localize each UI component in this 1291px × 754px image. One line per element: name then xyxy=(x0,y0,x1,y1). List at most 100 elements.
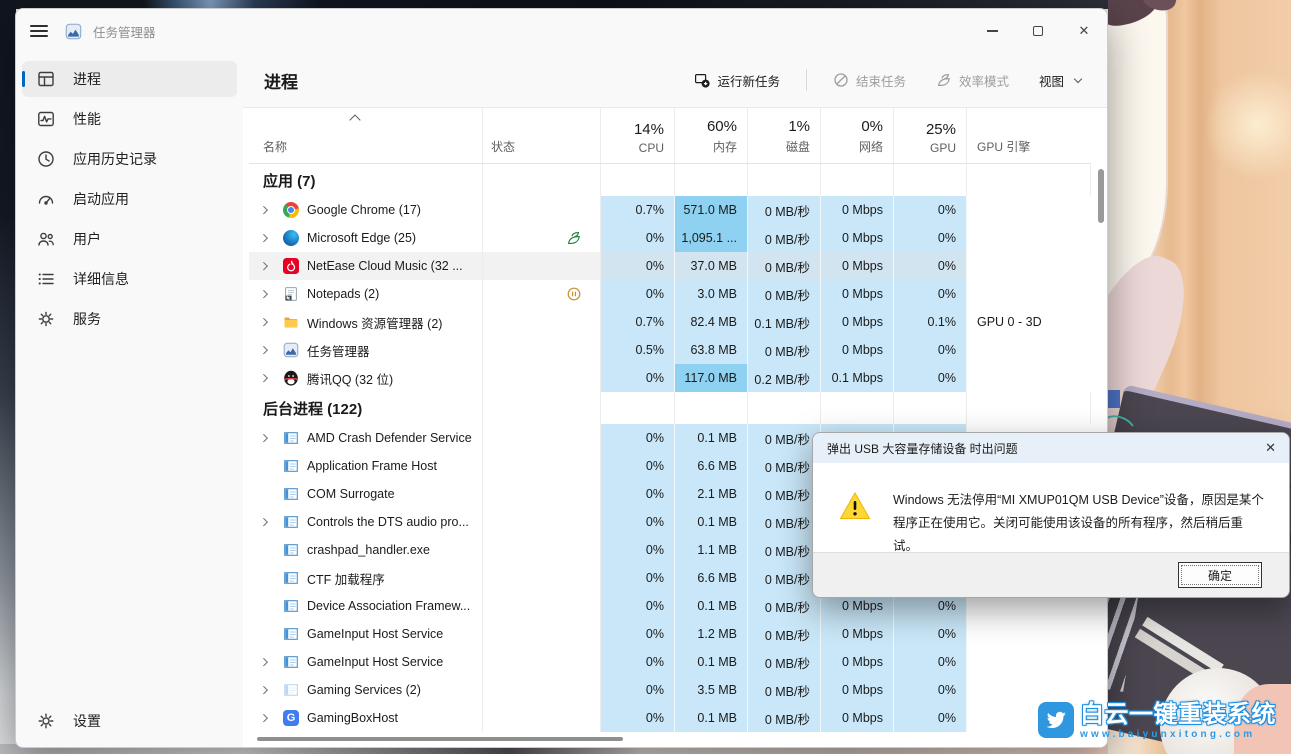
disk-cell: 0 MB/秒 xyxy=(748,508,821,536)
column-header-disk[interactable]: 1% 磁盘 xyxy=(748,108,821,163)
column-header-network[interactable]: 0% 网络 xyxy=(821,108,894,163)
process-name: AMD Crash Defender Service xyxy=(307,431,472,445)
run-new-task-button[interactable]: 运行新任务 xyxy=(684,65,790,96)
process-row[interactable]: NetEase Cloud Music (32 ...0%37.0 MB0 MB… xyxy=(249,252,1091,280)
close-button[interactable]: ✕ xyxy=(1061,9,1107,53)
status-cell xyxy=(483,424,601,452)
status-cell xyxy=(483,252,601,280)
process-name-cell: GameInput Host Service xyxy=(249,620,483,648)
cpu-cell: 0% xyxy=(601,676,675,704)
expand-chevron-icon[interactable] xyxy=(261,319,277,325)
process-row[interactable]: Google Chrome (17)0.7%571.0 MB0 MB/秒0 Mb… xyxy=(249,196,1091,224)
generic-app-icon xyxy=(283,654,299,670)
sidebar-item-settings[interactable]: 设置 xyxy=(22,703,237,739)
dialog-footer: 确定 xyxy=(813,552,1289,597)
ok-button[interactable]: 确定 xyxy=(1178,562,1262,588)
expand-chevron-icon[interactable] xyxy=(261,435,277,441)
expand-chevron-icon[interactable] xyxy=(261,715,277,721)
sort-ascending-icon xyxy=(349,114,360,125)
window-controls: ✕ xyxy=(969,9,1107,53)
cpu-cell: 0% xyxy=(601,536,675,564)
vertical-scrollbar-thumb[interactable] xyxy=(1098,169,1104,223)
dialog-close-icon[interactable]: ✕ xyxy=(1265,440,1276,456)
column-header-gpu[interactable]: 25% GPU xyxy=(894,108,967,163)
expand-chevron-icon[interactable] xyxy=(261,347,277,353)
column-header-memory[interactable]: 60% 内存 xyxy=(675,108,748,163)
task-manager-icon xyxy=(283,342,299,358)
group-cell xyxy=(894,392,967,424)
group-cell xyxy=(675,164,748,196)
disk-cell: 0 MB/秒 xyxy=(748,564,821,592)
expand-chevron-icon[interactable] xyxy=(261,375,277,381)
process-group-label: 应用 (7) xyxy=(263,170,316,191)
process-row[interactable]: Gaming Services (2)0%3.5 MB0 MB/秒0 Mbps0… xyxy=(249,676,1091,704)
cpu-cell: 0% xyxy=(601,452,675,480)
process-name: Notepads (2) xyxy=(307,287,379,301)
sidebar-item-users[interactable]: 用户 xyxy=(22,221,237,257)
sidebar-item-app-history[interactable]: 应用历史记录 xyxy=(22,141,237,177)
process-name-cell: AMD Crash Defender Service xyxy=(249,424,483,452)
process-row[interactable]: 任务管理器0.5%63.8 MB0 MB/秒0 Mbps0% xyxy=(249,336,1091,364)
edge-icon xyxy=(283,230,299,246)
disk-cell: 0 MB/秒 xyxy=(748,280,821,308)
column-header-status[interactable]: 状态 xyxy=(483,108,601,163)
process-row[interactable]: 腾讯QQ (32 位)0%117.0 MB0.2 MB/秒0.1 Mbps0% xyxy=(249,364,1091,392)
process-name: CTF 加载程序 xyxy=(307,569,385,588)
generic-app-icon xyxy=(283,570,299,586)
end-task-button[interactable]: 结束任务 xyxy=(823,65,916,96)
dialog-body: Windows 无法停用“MI XMUP01QM USB Device”设备，原… xyxy=(813,463,1289,558)
sidebar-item-processes[interactable]: 进程 xyxy=(22,61,237,97)
process-name-cell: Application Frame Host xyxy=(249,452,483,480)
horizontal-scrollbar-thumb[interactable] xyxy=(257,737,623,741)
efficiency-mode-button[interactable]: 效率模式 xyxy=(926,65,1019,96)
disk-cell: 0 MB/秒 xyxy=(748,424,821,452)
expand-chevron-icon[interactable] xyxy=(261,659,277,665)
process-row[interactable]: GGamingBoxHost0%0.1 MB0 MB/秒0 Mbps0% xyxy=(249,704,1091,732)
network-cell: 0 Mbps xyxy=(821,620,894,648)
view-button[interactable]: 视图 xyxy=(1029,65,1091,96)
expand-chevron-icon[interactable] xyxy=(261,687,277,693)
column-header-cpu[interactable]: 14% CPU xyxy=(601,108,675,163)
process-row[interactable]: GameInput Host Service0%0.1 MB0 MB/秒0 Mb… xyxy=(249,648,1091,676)
disk-cell: 0 MB/秒 xyxy=(748,592,821,620)
status-cell xyxy=(483,480,601,508)
process-name-cell: GGamingBoxHost xyxy=(249,704,483,732)
process-row[interactable]: Notepads (2)0%3.0 MB0 MB/秒0 Mbps0% xyxy=(249,280,1091,308)
process-row[interactable]: Microsoft Edge (25)0%1,095.1 ...0 MB/秒0 … xyxy=(249,224,1091,252)
process-row[interactable]: GameInput Host Service0%1.2 MB0 MB/秒0 Mb… xyxy=(249,620,1091,648)
qq-icon xyxy=(283,370,299,386)
sidebar-item-details[interactable]: 详细信息 xyxy=(22,261,237,297)
process-group-header[interactable]: 应用 (7) xyxy=(249,164,1091,196)
hamburger-menu-icon[interactable] xyxy=(30,25,48,37)
sidebar-nav: 进程性能应用历史记录启动应用用户详细信息服务设置 xyxy=(16,53,243,748)
generic-app-icon xyxy=(283,626,299,642)
expand-chevron-icon[interactable] xyxy=(261,519,277,525)
sidebar-item-performance[interactable]: 性能 xyxy=(22,101,237,137)
group-cell xyxy=(675,392,748,424)
status-cell xyxy=(483,648,601,676)
column-header-name[interactable]: 名称 xyxy=(249,108,483,163)
expand-chevron-icon[interactable] xyxy=(261,235,277,241)
column-header-gpu-engine[interactable]: GPU 引擎 xyxy=(967,108,1091,163)
sidebar-item-services[interactable]: 服务 xyxy=(22,301,237,337)
memory-cell: 1,095.1 ... xyxy=(675,224,748,252)
process-name-cell: Notepads (2) xyxy=(249,280,483,308)
memory-cell: 0.1 MB xyxy=(675,508,748,536)
expand-chevron-icon[interactable] xyxy=(261,291,277,297)
expand-chevron-icon[interactable] xyxy=(261,263,277,269)
maximize-button[interactable] xyxy=(1015,9,1061,53)
expand-chevron-icon[interactable] xyxy=(261,207,277,213)
disk-cell: 0 MB/秒 xyxy=(748,620,821,648)
task-manager-app-icon xyxy=(65,23,82,40)
process-row[interactable]: Windows 资源管理器 (2)0.7%82.4 MB0.1 MB/秒0 Mb… xyxy=(249,308,1091,336)
run-new-task-icon xyxy=(694,72,710,88)
process-name: Application Frame Host xyxy=(307,459,437,473)
dialog-message: Windows 无法停用“MI XMUP01QM USB Device”设备，原… xyxy=(893,489,1265,558)
minimize-button[interactable] xyxy=(969,9,1015,53)
process-group-header[interactable]: 后台进程 (122) xyxy=(249,392,1091,424)
process-name: crashpad_handler.exe xyxy=(307,543,430,557)
process-name-cell: Windows 资源管理器 (2) xyxy=(249,308,483,336)
sidebar-item-startup-apps[interactable]: 启动应用 xyxy=(22,181,237,217)
users-icon xyxy=(36,229,56,249)
cpu-cell: 0.7% xyxy=(601,196,675,224)
